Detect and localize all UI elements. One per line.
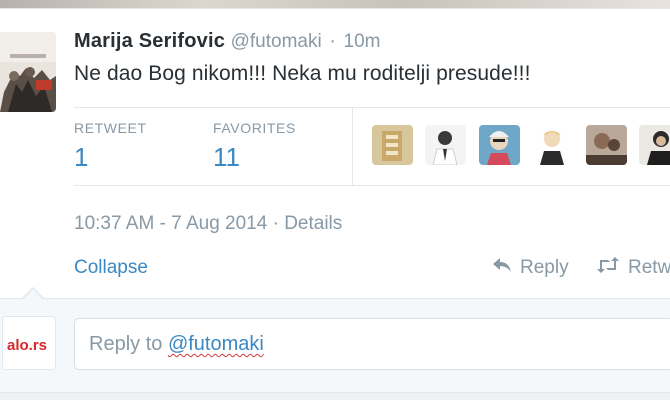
retweet-stat[interactable]: RETWEET 1 — [74, 120, 147, 173]
collapse-link[interactable]: Collapse — [74, 257, 148, 279]
user-avatar[interactable] — [0, 32, 56, 112]
user-handle[interactable]: @futomaki — [231, 31, 322, 52]
divider — [0, 8, 670, 9]
retweet-stat-label: RETWEET — [74, 120, 147, 136]
retweet-action[interactable]: Retw — [596, 257, 670, 279]
tweet-timestamp[interactable]: 10:37 AM - 7 Aug 2014 — [74, 213, 267, 234]
favoriter-avatar-4[interactable] — [532, 125, 574, 165]
retweet-icon — [596, 257, 620, 279]
reply-user-avatar[interactable]: alo.rs — [2, 316, 56, 370]
favoriter-avatar-6[interactable] — [639, 125, 670, 165]
favoriter-avatar-5[interactable] — [585, 125, 627, 165]
favorites-count[interactable]: 11 — [213, 142, 296, 173]
tweet-header: Marija Serifovic @futomaki · 10m — [74, 30, 380, 53]
alo-logo-text: alo.rs — [7, 337, 47, 354]
details-link[interactable]: Details — [284, 213, 342, 234]
favoriter-avatar-2[interactable] — [425, 125, 467, 165]
stats-divider-bottom — [74, 185, 670, 186]
favoriters-facepile — [372, 125, 670, 167]
header-separator: · — [329, 30, 336, 52]
user-fullname[interactable]: Marija Serifovic — [74, 30, 225, 52]
retweet-count[interactable]: 1 — [74, 142, 147, 173]
bottom-divider — [0, 392, 670, 400]
reply-action[interactable]: Reply — [492, 257, 569, 279]
favorites-stat[interactable]: FAVORITES 11 — [213, 120, 296, 173]
tweet-text: Ne dao Bog nikom!!! Neka mu roditelji pr… — [74, 62, 531, 85]
metadata-separator: · — [272, 213, 279, 234]
reply-prefix: Reply to — [89, 333, 168, 355]
previous-content-strip — [0, 0, 670, 8]
reply-placeholder: Reply to @futomaki — [89, 333, 264, 356]
stats-divider-top — [74, 107, 670, 108]
favoriter-avatar-1[interactable] — [372, 125, 413, 165]
tweet-time[interactable]: 10m — [344, 31, 381, 52]
favoriter-avatar-3[interactable] — [478, 125, 520, 165]
reply-caret-inner — [23, 289, 43, 299]
tweet-permalink: Marija Serifovic @futomaki · 10m Ne dao … — [0, 0, 670, 400]
reply-action-label: Reply — [520, 257, 569, 279]
reply-icon — [492, 257, 512, 279]
stats-vertical-divider — [352, 108, 353, 185]
favorites-stat-label: FAVORITES — [213, 120, 296, 136]
reply-input[interactable]: Reply to @futomaki — [74, 318, 670, 370]
reply-mention: @futomaki — [167, 333, 264, 355]
retweet-action-label: Retw — [628, 257, 670, 279]
tweet-metadata: 10:37 AM - 7 Aug 2014 · Details — [74, 213, 342, 235]
